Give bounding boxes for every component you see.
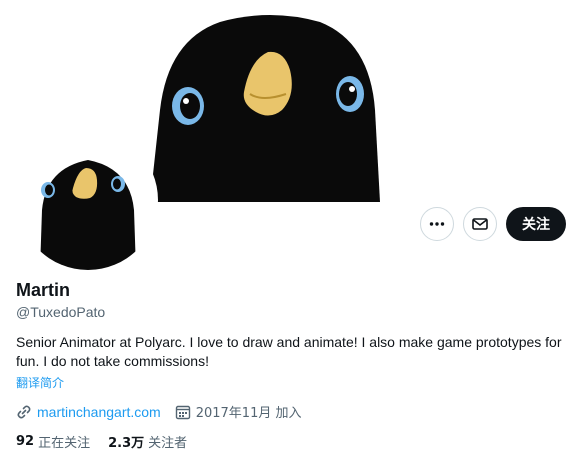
profile-meta: martinchangart.com 2017年11月 加入 bbox=[16, 402, 301, 421]
followers-label: 关注者 bbox=[148, 436, 188, 451]
profile-handle: @TuxedoPato bbox=[16, 304, 106, 320]
profile-actions: 关注 bbox=[420, 207, 566, 241]
message-button[interactable] bbox=[463, 207, 497, 241]
profile-name: Martin bbox=[16, 280, 70, 300]
followers-count: 2.3万 bbox=[108, 436, 145, 451]
follow-button[interactable]: 关注 bbox=[506, 207, 566, 241]
calendar-icon bbox=[175, 405, 190, 419]
profile-bio: Senior Animator at Polyarc. I love to dr… bbox=[16, 334, 562, 369]
envelope-icon bbox=[472, 218, 488, 230]
following-label: 正在关注 bbox=[38, 436, 91, 451]
penguin-avatar-image bbox=[40, 160, 136, 270]
joined-date: 2017年11月 加入 bbox=[195, 406, 302, 421]
website-link[interactable]: martinchangart.com bbox=[37, 404, 161, 420]
profile-stats: 92 正在关注 2.3万 关注者 bbox=[16, 432, 205, 451]
followers-stat[interactable]: 2.3万 关注者 bbox=[108, 432, 187, 451]
link-icon bbox=[17, 405, 31, 418]
translate-bio-link[interactable]: 翻译简介 bbox=[16, 374, 64, 391]
more-horizontal-icon bbox=[429, 222, 445, 226]
following-stat[interactable]: 92 正在关注 bbox=[16, 432, 90, 451]
more-button[interactable] bbox=[420, 207, 454, 241]
following-count: 92 bbox=[16, 434, 35, 449]
profile-avatar[interactable] bbox=[18, 130, 158, 270]
